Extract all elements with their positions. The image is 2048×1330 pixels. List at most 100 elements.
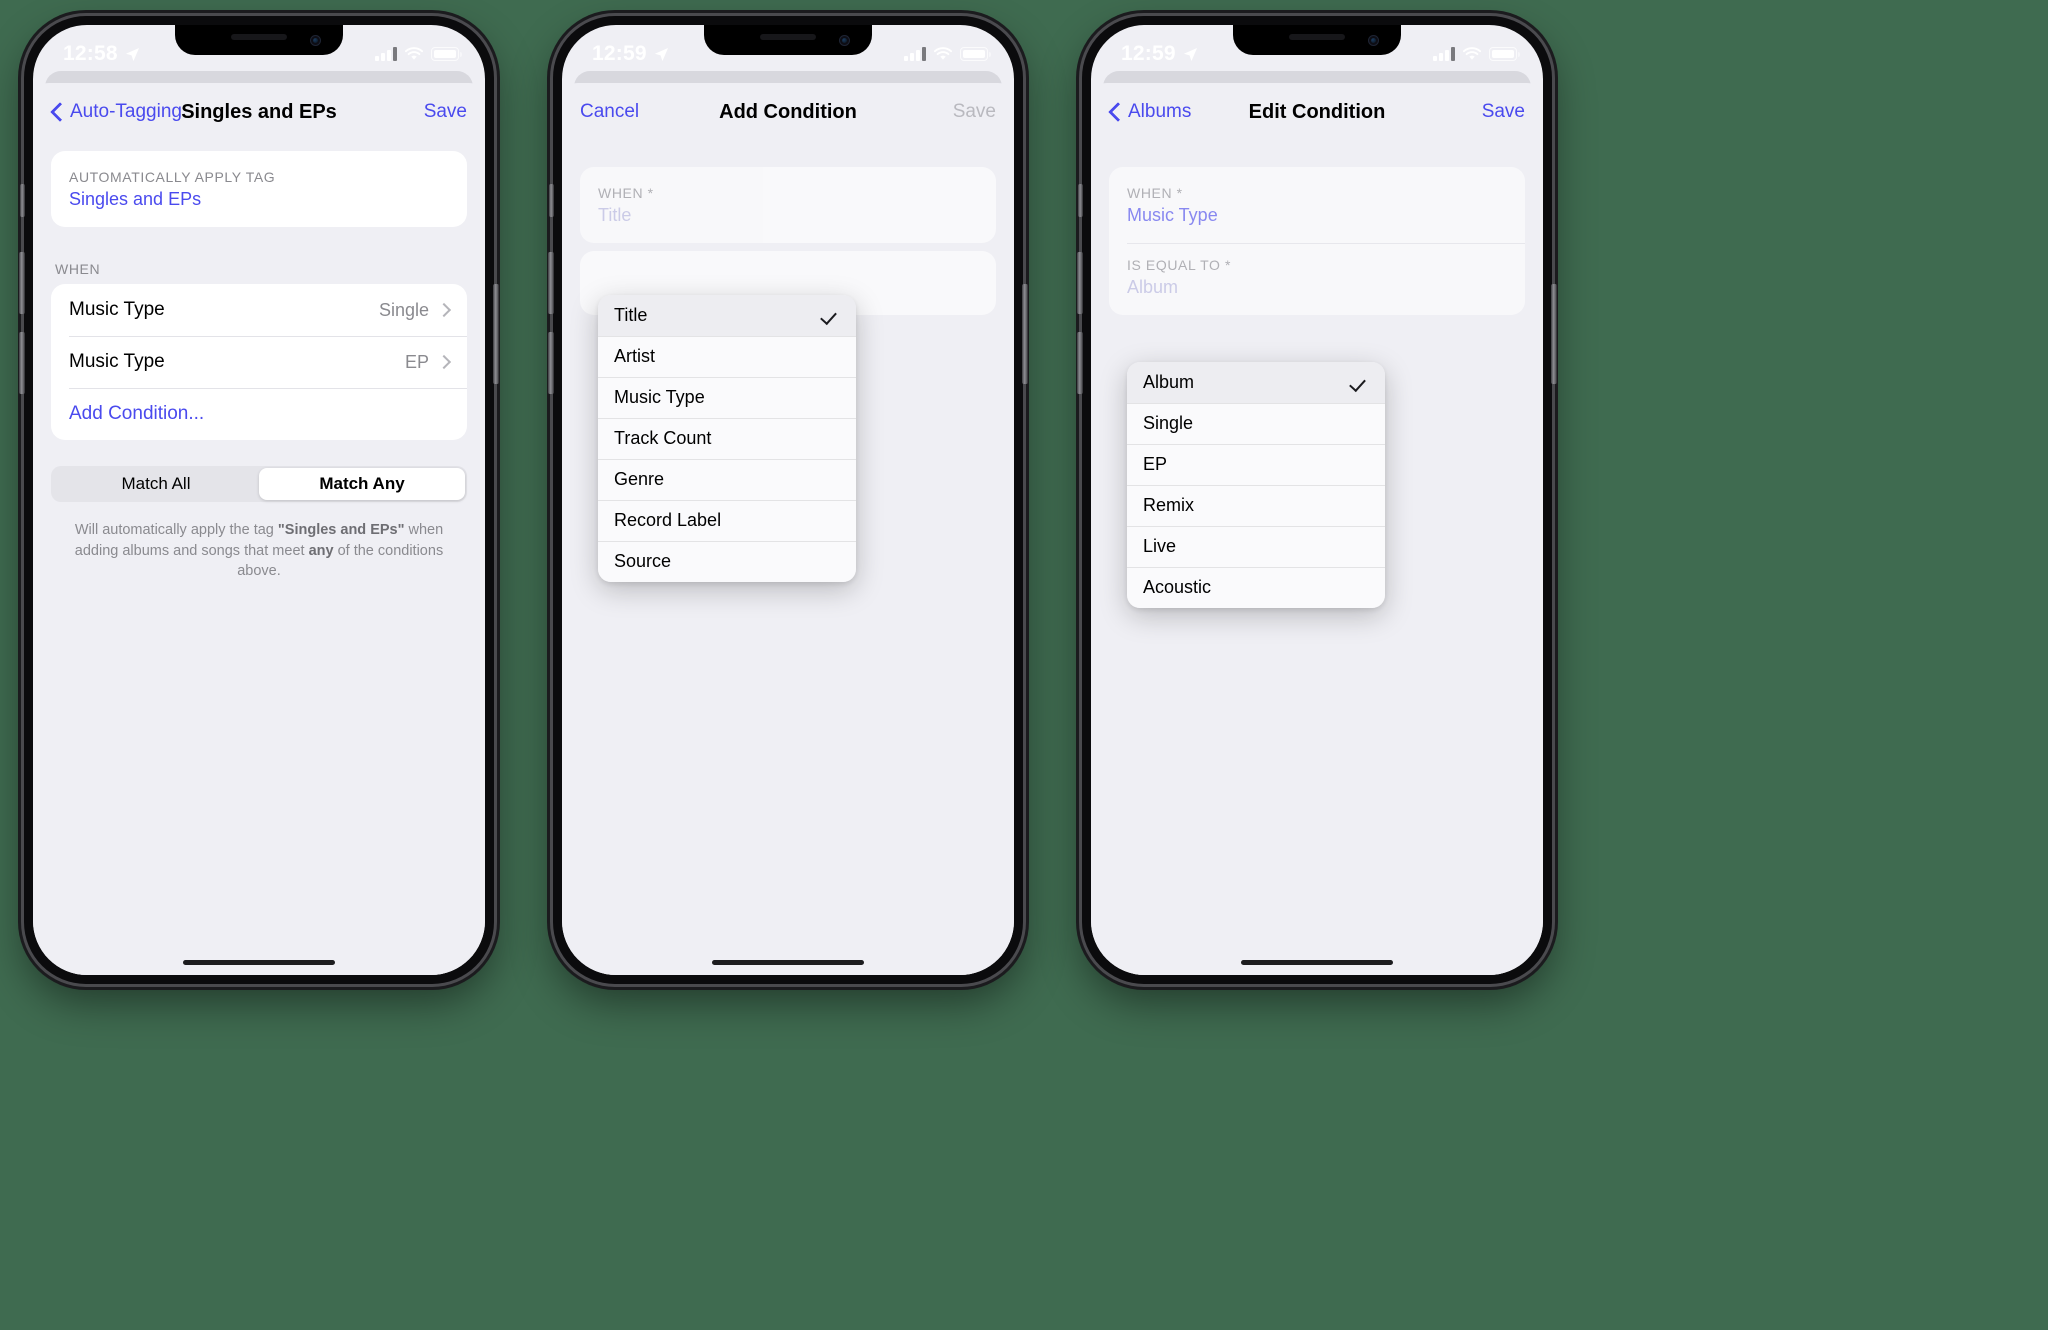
screenshot-stage: Auto-Tagging Singles and EPs Save AUTOMA… [0,0,2048,1330]
music-type-picker-popup[interactable]: Album Single EP Remix Live Acoustic [1127,362,1385,608]
when-field-value[interactable]: Title [580,205,996,243]
phone-1: Auto-Tagging Singles and EPs Save AUTOMA… [19,16,499,984]
save-button[interactable]: Save [424,101,467,123]
popup-item[interactable]: Record Label [598,500,856,541]
footnote-emphasis: any [308,542,334,559]
foreground-card: Cancel Add Condition Save WHEN * Title T… [562,83,1014,975]
when-field-value[interactable]: Music Type [1109,205,1525,243]
checkmark-icon [1351,374,1369,392]
home-indicator[interactable] [1241,960,1393,965]
popup-item[interactable]: Remix [1127,485,1385,526]
foreground-card: Auto-Tagging Singles and EPs Save AUTOMA… [33,83,485,975]
mute-switch[interactable] [549,184,554,217]
back-button[interactable]: Albums [1109,101,1191,123]
cellular-signal-icon [904,47,926,61]
back-button-label: Albums [1128,101,1192,122]
location-arrow-icon [1183,47,1197,61]
when-field-picker-popup[interactable]: Title Artist Music Type Track Count Genr… [598,295,856,582]
popup-item-label: Title [614,305,648,325]
volume-down-button[interactable] [19,332,25,394]
earpiece-speaker [760,34,816,40]
phone-2: Cancel Add Condition Save WHEN * Title T… [548,16,1028,984]
condition-fields-group: WHEN * Music Type IS EQUAL TO * Album [1109,167,1525,315]
popup-item[interactable]: Single [1127,403,1385,444]
popup-item-label: Track Count [614,428,712,448]
add-condition-label: Add Condition... [69,403,205,424]
volume-down-button[interactable] [548,332,554,394]
notch [1233,25,1401,55]
wifi-icon [933,46,953,60]
cellular-signal-icon [1433,47,1455,61]
apply-tag-group: AUTOMATICALLY APPLY TAG Singles and EPs [51,151,467,227]
chevron-left-icon [1109,102,1121,122]
popup-item-label: EP [1143,454,1168,474]
when-group: Music Type Single Music Type EP Add Cond… [51,284,467,440]
popup-item[interactable]: Source [598,541,856,582]
footnote-tag: "Singles and EPs" [277,522,405,538]
save-button-label: Save [952,101,996,122]
popup-item[interactable]: EP [1127,444,1385,485]
status-time: 12:58 [63,42,118,65]
phone-3-screen: Albums Edit Condition Save WHEN * Music … [1091,25,1543,975]
location-arrow-icon [654,47,668,61]
volume-up-button[interactable] [548,252,554,314]
condition-label: Music Type [69,299,165,320]
save-button[interactable]: Save [953,101,996,123]
battery-icon [960,47,991,61]
popup-item-label: Single [1143,413,1194,433]
volume-up-button[interactable] [1077,252,1083,314]
when-field-header: WHEN * [1127,185,1183,201]
back-button[interactable]: Auto-Tagging [51,101,182,123]
foreground-card: Albums Edit Condition Save WHEN * Music … [1091,83,1543,975]
popup-item[interactable]: Artist [598,336,856,377]
home-indicator[interactable] [712,960,864,965]
phone-1-screen: Auto-Tagging Singles and EPs Save AUTOMA… [33,25,485,975]
save-button-label: Save [1481,101,1525,122]
save-button[interactable]: Save [1482,101,1525,123]
popup-item-label: Source [614,551,672,571]
popup-item[interactable]: Track Count [598,418,856,459]
popup-item-label: Album [1143,372,1195,392]
volume-down-button[interactable] [1077,332,1083,394]
mute-switch[interactable] [1078,184,1083,217]
match-mode-segmented-control[interactable]: Match All Match Any [51,466,467,502]
add-condition-row[interactable]: Add Condition... [51,388,467,440]
popup-item[interactable]: Title [598,295,856,336]
status-time: 12:59 [592,42,647,65]
chevron-left-icon [51,102,63,122]
popup-item[interactable]: Album [1127,362,1385,403]
wifi-icon [1462,46,1482,60]
form-content: WHEN * Title [562,167,1014,315]
volume-up-button[interactable] [19,252,25,314]
condition-row-1[interactable]: Music Type Single [51,284,467,336]
popup-item[interactable]: Acoustic [1127,567,1385,608]
notch [175,25,343,55]
status-time: 12:59 [1121,42,1176,65]
condition-row-2[interactable]: Music Type EP [51,336,467,388]
chevron-right-icon [436,354,452,370]
is-equal-to-value[interactable]: Album [1109,277,1525,315]
power-button[interactable] [493,284,499,384]
segment-match-all[interactable]: Match All [53,468,259,500]
front-camera-icon [839,35,850,46]
apply-tag-value[interactable]: Singles and EPs [51,189,467,227]
battery-icon [431,47,462,61]
popup-item[interactable]: Live [1127,526,1385,567]
power-button[interactable] [1022,284,1028,384]
earpiece-speaker [1289,34,1345,40]
apply-tag-header: AUTOMATICALLY APPLY TAG [69,169,276,185]
when-header: WHEN [55,261,101,277]
mute-switch[interactable] [20,184,25,217]
home-indicator[interactable] [183,960,335,965]
condition-value: Single [378,299,429,320]
popup-item[interactable]: Music Type [598,377,856,418]
cancel-button[interactable]: Cancel [580,101,639,123]
popup-item[interactable]: Genre [598,459,856,500]
condition-value: EP [404,351,429,372]
cellular-signal-icon [375,47,397,61]
checkmark-icon [822,307,840,325]
power-button[interactable] [1551,284,1557,384]
save-button-label: Save [423,101,467,122]
segment-match-any[interactable]: Match Any [259,468,465,500]
footnote-prefix: Will automatically apply the tag [74,522,278,538]
